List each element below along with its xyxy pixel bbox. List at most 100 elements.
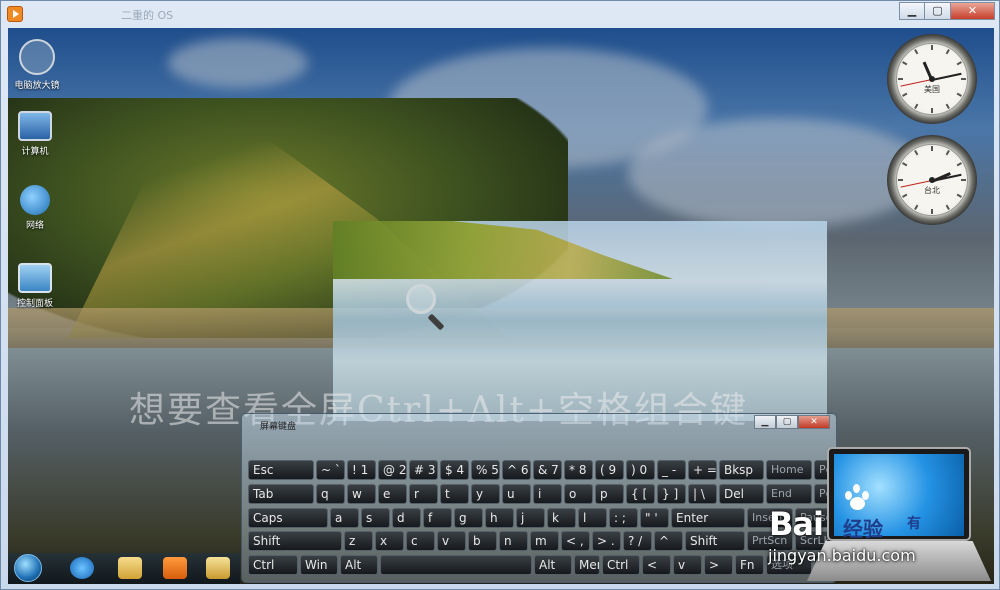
desktop-icon-magnifier[interactable]: 电脑放大镜	[7, 39, 67, 91]
minimize-button[interactable]: ▁	[899, 2, 925, 20]
key[interactable]: + =	[688, 460, 717, 480]
key[interactable]: ~ `	[316, 460, 345, 480]
key[interactable]: Alt	[340, 555, 378, 575]
key[interactable]: | \	[688, 484, 717, 504]
key[interactable]	[380, 555, 532, 575]
desktop-icon-computer[interactable]: 计算机	[5, 111, 65, 157]
key[interactable]: ? /	[623, 531, 652, 551]
key[interactable]: Win	[300, 555, 338, 575]
key[interactable]: Caps	[248, 508, 328, 528]
maximize-button[interactable]: ▢	[925, 2, 951, 20]
desktop-icon-label: 计算机	[21, 147, 49, 157]
clock-tick	[931, 209, 933, 214]
key[interactable]: ( 9	[595, 460, 624, 480]
key[interactable]: r	[409, 484, 438, 504]
clock-tick	[931, 108, 933, 113]
key[interactable]: Shift	[685, 531, 745, 551]
key[interactable]: >	[704, 555, 733, 575]
key[interactable]: h	[485, 508, 514, 528]
key[interactable]: { [	[626, 484, 655, 504]
internet-explorer-icon[interactable]	[70, 557, 94, 579]
key[interactable]: Menu	[574, 555, 600, 575]
key[interactable]: g	[454, 508, 483, 528]
cloud	[168, 38, 308, 88]
key[interactable]: Fn	[735, 555, 764, 575]
key[interactable]: Alt	[534, 555, 572, 575]
key[interactable]: End	[766, 484, 812, 504]
key[interactable]: } ]	[657, 484, 686, 504]
close-button[interactable]: ✕	[951, 2, 995, 20]
key[interactable]: : ;	[609, 508, 638, 528]
key[interactable]: # 3	[409, 460, 438, 480]
key[interactable]: Shift	[248, 531, 342, 551]
key[interactable]: a	[330, 508, 359, 528]
key[interactable]: i	[533, 484, 562, 504]
keyboard-close-button[interactable]: ✕	[798, 415, 830, 429]
stack-icon[interactable]	[206, 557, 230, 579]
key[interactable]: e	[378, 484, 407, 504]
keyboard-minimize-button[interactable]: ▁	[754, 415, 776, 429]
key[interactable]: o	[564, 484, 593, 504]
key[interactable]: x	[375, 531, 404, 551]
key[interactable]: f	[423, 508, 452, 528]
key[interactable]: ^	[654, 531, 683, 551]
key[interactable]: Enter	[671, 508, 745, 528]
key[interactable]: u	[502, 484, 531, 504]
clock-gadget-taipei[interactable]: 台北	[887, 135, 977, 225]
key[interactable]: z	[344, 531, 373, 551]
key[interactable]: $ 4	[440, 460, 469, 480]
key[interactable]: n	[499, 531, 528, 551]
key[interactable]: Esc	[248, 460, 314, 480]
clock-tick	[961, 78, 966, 80]
key[interactable]: q	[316, 484, 345, 504]
watermark-url: jingyan.baidu.com	[768, 546, 916, 565]
keyboard-maximize-button[interactable]: ▢	[776, 415, 798, 429]
key[interactable]: Bksp	[719, 460, 764, 480]
key[interactable]: t	[440, 484, 469, 504]
key[interactable]: ! 1	[347, 460, 376, 480]
watermark-logo: Bai	[769, 505, 824, 543]
key[interactable]: ) 0	[626, 460, 655, 480]
control-panel-icon	[18, 263, 52, 293]
app-icon	[7, 6, 23, 22]
key[interactable]: s	[361, 508, 390, 528]
key[interactable]: ^ 6	[502, 460, 531, 480]
key[interactable]: c	[406, 531, 435, 551]
clock-gadget-usa[interactable]: 美国	[887, 34, 977, 124]
desktop-icon-network[interactable]: 网络	[5, 185, 65, 231]
key[interactable]: " '	[640, 508, 669, 528]
key[interactable]: Home	[766, 460, 812, 480]
media-player-icon[interactable]	[163, 557, 187, 579]
key[interactable]: % 5	[471, 460, 500, 480]
baidu-paw-icon	[843, 483, 873, 511]
key[interactable]: d	[392, 508, 421, 528]
key[interactable]: b	[468, 531, 497, 551]
key[interactable]: <	[642, 555, 671, 575]
key[interactable]: v	[673, 555, 702, 575]
key[interactable]: v	[437, 531, 466, 551]
key[interactable]: < ,	[561, 531, 590, 551]
desktop-icon-control-panel[interactable]: 控制面板	[5, 263, 65, 309]
key[interactable]: y	[471, 484, 500, 504]
key[interactable]: p	[595, 484, 624, 504]
key[interactable]: m	[530, 531, 559, 551]
key[interactable]: > .	[592, 531, 621, 551]
key[interactable]: @ 2	[378, 460, 407, 480]
on-screen-keyboard[interactable]: 屏幕键盘 ▁ ▢ ✕ Esc ~ `! 1 @ 2 # 3 $ 4% 5 ^ 6 & 7 * …	[241, 413, 860, 583]
start-button-icon[interactable]	[14, 554, 42, 582]
key[interactable]: & 7	[533, 460, 562, 480]
key[interactable]: l	[578, 508, 607, 528]
key[interactable]: Del	[719, 484, 764, 504]
key[interactable]: w	[347, 484, 376, 504]
key[interactable]: _ -	[657, 460, 686, 480]
cloud	[628, 118, 928, 228]
key[interactable]: Tab	[248, 484, 314, 504]
key[interactable]: j	[516, 508, 545, 528]
key[interactable]: * 8	[564, 460, 593, 480]
key[interactable]: k	[547, 508, 576, 528]
folder-icon[interactable]	[118, 557, 142, 579]
magnifier-lens-icon[interactable]	[406, 284, 436, 314]
key[interactable]: Ctrl	[248, 555, 298, 575]
title-bar[interactable]: 二重的 OS ▁ ▢ ✕	[1, 1, 1000, 27]
key[interactable]: Ctrl	[602, 555, 640, 575]
